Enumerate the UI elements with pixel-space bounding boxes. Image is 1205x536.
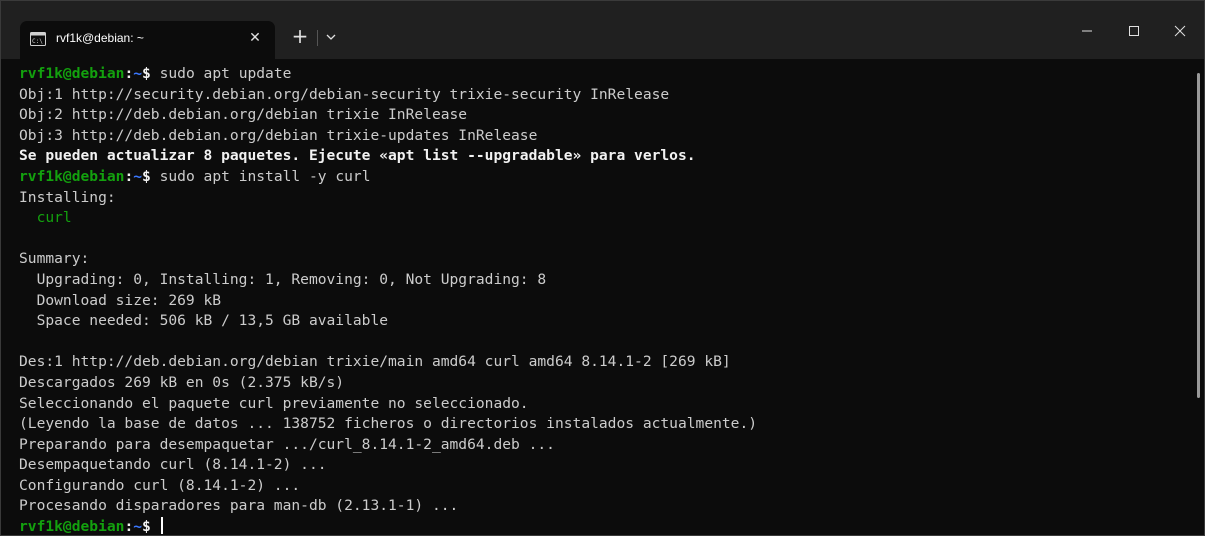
output-text: Seleccionando el paquete curl previament… — [19, 394, 529, 412]
prompt-line: rvf1k@debian:~$ sudo apt update — [19, 64, 1189, 85]
output-line: Obj:3 http://deb.debian.org/debian trixi… — [19, 126, 1189, 147]
output-line: Seleccionando el paquete curl previament… — [19, 394, 1189, 415]
output-line: Upgrading: 0, Installing: 1, Removing: 0… — [19, 270, 1189, 291]
close-tab-icon[interactable]: ✕ — [246, 29, 264, 47]
output-text: (Leyendo la base de datos ... 138752 fic… — [19, 415, 758, 433]
output-line: Procesando disparadores para man-db (2.1… — [19, 496, 1189, 517]
output-text: Obj:3 http://deb.debian.org/debian trixi… — [19, 126, 538, 144]
output-text: Des:1 http://deb.debian.org/debian trixi… — [19, 353, 731, 371]
output-text: Summary: — [19, 250, 90, 268]
terminal-output[interactable]: rvf1k@debian:~$ sudo apt update Obj:1 htt… — [19, 64, 1189, 536]
output-line: Configurando curl (8.14.1-2) ... — [19, 476, 1189, 497]
command-text — [151, 518, 160, 535]
prompt-symbol: $ — [142, 167, 151, 185]
prompt-symbol: $ — [142, 518, 151, 536]
prompt-line: rvf1k@debian:~$ — [19, 517, 1189, 536]
command-text: sudo apt update — [150, 65, 292, 82]
text-cursor — [160, 517, 163, 535]
terminal-window: C:\ rvf1k@debian: ~ ✕ + rvf1k@debian:~$ … — [0, 0, 1205, 536]
prompt-separator: : — [124, 167, 134, 185]
svg-text:C:\: C:\ — [32, 38, 43, 45]
new-tab-button[interactable]: + — [289, 26, 311, 48]
chevron-down-icon[interactable] — [323, 29, 339, 45]
prompt-path: ~ — [133, 65, 143, 82]
output-line: Installing: — [19, 188, 1189, 209]
output-text: Descargados 269 kB en 0s (2.375 kB/s) — [19, 373, 345, 391]
output-line: Obj:1 http://security.debian.org/debian-… — [19, 85, 1189, 106]
output-text: Obj:2 http://deb.debian.org/debian trixi… — [19, 106, 468, 124]
output-text: Space needed: 506 kB / 13,5 GB available — [19, 312, 389, 330]
output-line: Preparando para desempaquetar .../curl_8… — [19, 435, 1189, 456]
prompt-separator: : — [124, 518, 134, 536]
output-line: Space needed: 506 kB / 13,5 GB available — [19, 311, 1189, 332]
output-text: Se pueden actualizar 8 paquetes. Ejecute… — [19, 147, 696, 165]
output-text: Desempaquetando curl (8.14.1-2) ... — [19, 456, 327, 474]
output-line: Summary: — [19, 249, 1189, 270]
output-line: Descargados 269 kB en 0s (2.375 kB/s) — [19, 373, 1189, 394]
maximize-button[interactable] — [1111, 1, 1157, 59]
minimize-button[interactable] — [1064, 1, 1110, 59]
prompt-path: ~ — [133, 518, 143, 536]
output-text: Obj:1 http://security.debian.org/debian-… — [19, 85, 670, 103]
prompt-separator: : — [124, 65, 134, 82]
prompt-user-host: rvf1k@debian — [19, 518, 125, 536]
close-window-button[interactable] — [1157, 1, 1203, 59]
output-line: Download size: 269 kB — [19, 291, 1189, 312]
close-icon — [1174, 25, 1186, 37]
output-line: Se pueden actualizar 8 paquetes. Ejecute… — [19, 146, 1189, 167]
command-text: sudo apt install -y curl — [150, 167, 371, 185]
prompt-path: ~ — [133, 167, 143, 185]
terminal-icon: C:\ — [30, 32, 46, 46]
tab-terminal[interactable]: C:\ rvf1k@debian: ~ ✕ — [20, 21, 275, 59]
tab-title: rvf1k@debian: ~ — [56, 31, 144, 45]
output-line: Obj:2 http://deb.debian.org/debian trixi… — [19, 105, 1189, 126]
output-text: Configurando curl (8.14.1-2) ... — [19, 476, 301, 494]
prompt-user-host: rvf1k@debian — [19, 65, 125, 82]
maximize-icon — [1129, 26, 1139, 36]
tab-divider — [317, 30, 318, 46]
output-text: Preparando para desempaquetar .../curl_8… — [19, 435, 555, 453]
output-text: Download size: 269 kB — [19, 291, 222, 309]
prompt-line: rvf1k@debian:~$ sudo apt install -y curl — [19, 167, 1189, 188]
output-line: (Leyendo la base de datos ... 138752 fic… — [19, 414, 1189, 435]
output-line: Des:1 http://deb.debian.org/debian trixi… — [19, 352, 1189, 373]
scrollbar[interactable] — [1197, 73, 1200, 398]
prompt-symbol: $ — [142, 65, 151, 82]
title-bar: C:\ rvf1k@debian: ~ ✕ + — [1, 1, 1204, 59]
minimize-icon — [1082, 30, 1092, 32]
output-text: Procesando disparadores para man-db (2.1… — [19, 497, 459, 515]
output-line: curl — [19, 208, 1189, 229]
output-text: Installing: — [19, 188, 116, 206]
prompt-user-host: rvf1k@debian — [19, 167, 125, 185]
output-text: curl — [19, 209, 72, 227]
output-text: Upgrading: 0, Installing: 1, Removing: 0… — [19, 270, 547, 288]
output-line: Desempaquetando curl (8.14.1-2) ... — [19, 455, 1189, 476]
